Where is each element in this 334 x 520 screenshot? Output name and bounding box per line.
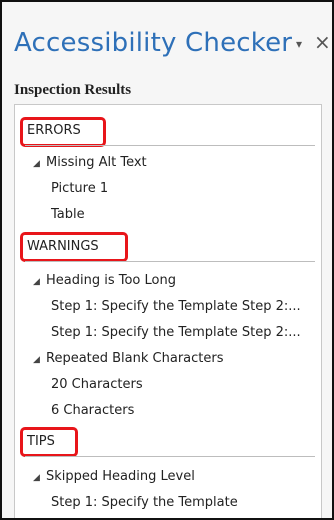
expanded-arrow-icon: ◢ [33, 159, 40, 169]
group-skipped-heading-level[interactable]: ◢ Skipped Heading Level [33, 469, 195, 484]
pane-title-bar: Accessibility Checker ▾ × [14, 24, 331, 68]
close-icon[interactable]: × [314, 30, 331, 54]
section-warnings: WARNINGS [27, 239, 99, 254]
inspection-results-heading: Inspection Results [14, 82, 132, 98]
group-label: Skipped Heading Level [46, 469, 195, 484]
group-label: Repeated Blank Characters [46, 351, 224, 366]
list-item-table[interactable]: Table [51, 207, 85, 222]
expanded-arrow-icon: ◢ [33, 473, 40, 483]
accessibility-checker-pane: Accessibility Checker ▾ × Inspection Res… [0, 0, 334, 520]
group-heading-too-long[interactable]: ◢ Heading is Too Long [33, 273, 176, 288]
list-item-20-characters[interactable]: 20 Characters [51, 377, 143, 392]
group-label: Heading is Too Long [46, 273, 176, 288]
divider [25, 145, 315, 146]
task-pane-options-icon[interactable]: ▾ [296, 37, 302, 51]
group-label: Missing Alt Text [46, 155, 147, 170]
pane-title: Accessibility Checker [14, 28, 293, 58]
list-item-6-characters[interactable]: 6 Characters [51, 403, 134, 418]
expanded-arrow-icon: ◢ [33, 355, 40, 365]
section-errors: ERRORS [27, 123, 81, 138]
divider [25, 456, 315, 457]
list-item-step-1-template[interactable]: Step 1: Specify the Template [51, 495, 238, 510]
list-item-step-1[interactable]: Step 1: Specify the Template Step 2:... [51, 325, 301, 340]
list-item-step-1[interactable]: Step 1: Specify the Template Step 2:... [51, 299, 301, 314]
group-repeated-blank-characters[interactable]: ◢ Repeated Blank Characters [33, 351, 224, 366]
expanded-arrow-icon: ◢ [33, 277, 40, 287]
divider [25, 261, 315, 262]
inspection-results-list: ERRORS ◢ Missing Alt Text Picture 1 Table… [14, 104, 322, 518]
list-item-picture-1[interactable]: Picture 1 [51, 181, 108, 196]
section-tips: TIPS [27, 434, 55, 449]
group-missing-alt-text[interactable]: ◢ Missing Alt Text [33, 155, 147, 170]
